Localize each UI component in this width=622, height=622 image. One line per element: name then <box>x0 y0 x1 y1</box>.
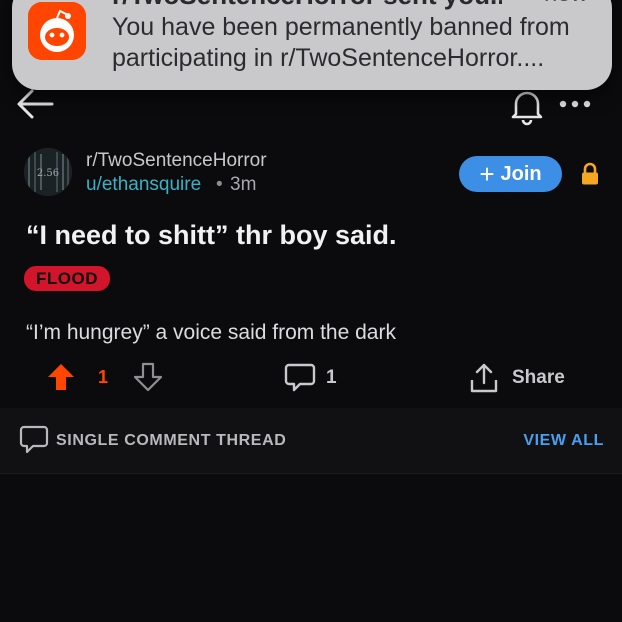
join-button[interactable]: + Join <box>459 156 562 192</box>
post-author[interactable]: u/ethansquire <box>86 174 201 196</box>
thread-label: SINGLE COMMENT THREAD <box>56 432 287 449</box>
lock-icon <box>582 162 598 185</box>
downvote-icon[interactable] <box>133 362 163 392</box>
notification-time: now <box>544 0 588 8</box>
comment-count: 1 <box>326 367 337 388</box>
comment-icon[interactable] <box>284 362 316 392</box>
post-title[interactable]: “I need to shitt” thr boy said. <box>26 220 397 251</box>
upvote-icon[interactable] <box>46 362 76 392</box>
meta-separator: • <box>216 174 223 195</box>
notification-title: r/TwoSentenceHorror sent you... <box>112 0 502 11</box>
share-icon[interactable] <box>469 362 499 394</box>
bell-icon[interactable] <box>508 86 546 126</box>
svg-text:2.56: 2.56 <box>37 168 59 179</box>
subreddit-avatar[interactable]: 2.56 <box>24 148 72 196</box>
arrow-left-icon[interactable] <box>14 86 56 122</box>
more-horizontal-icon[interactable] <box>558 98 592 110</box>
subreddit-name[interactable]: r/TwoSentenceHorror <box>86 150 267 172</box>
plus-icon: + <box>479 159 495 189</box>
comment-icon <box>19 425 49 454</box>
post-screen: r/TwoSentenceHorror sent you... now You … <box>0 0 622 622</box>
notification-banner[interactable]: r/TwoSentenceHorror sent you... now You … <box>12 0 612 90</box>
post-body: “I’m hungrey” a voice said from the dark <box>26 321 396 344</box>
reddit-icon <box>28 2 86 60</box>
single-comment-thread-bar: SINGLE COMMENT THREAD VIEW ALL <box>0 408 622 474</box>
notification-body: You have been permanently banned from pa… <box>112 13 570 72</box>
post-time: 3m <box>230 174 257 195</box>
view-all-button[interactable]: VIEW ALL <box>523 432 604 450</box>
join-label: Join <box>500 162 542 185</box>
share-button[interactable]: Share <box>512 367 565 389</box>
post-flair: FLOOD <box>24 266 110 291</box>
vote-count: 1 <box>98 367 109 387</box>
